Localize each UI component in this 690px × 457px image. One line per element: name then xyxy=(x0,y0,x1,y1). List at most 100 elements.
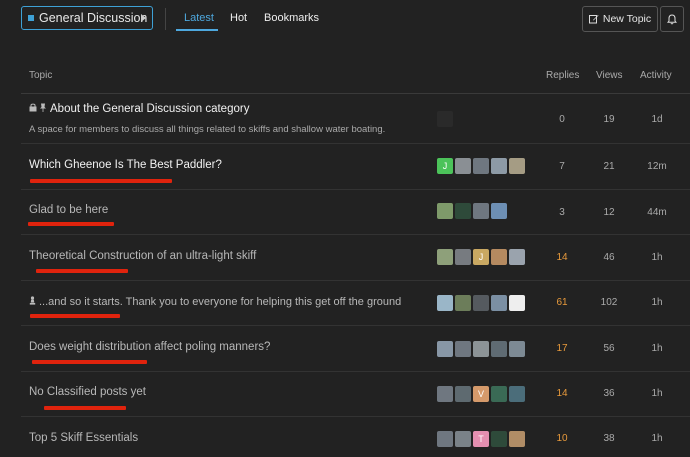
red-annotation-underline xyxy=(32,360,147,364)
caret-right-icon xyxy=(141,14,146,22)
activity-time[interactable]: 1h xyxy=(637,343,677,354)
topic-excerpt: A space for members to discuss all thing… xyxy=(29,124,386,135)
reply-count: 0 xyxy=(559,114,565,125)
avatar[interactable] xyxy=(473,295,489,311)
topic-title[interactable]: ...and so it starts. Thank you to everyo… xyxy=(29,296,401,308)
notifications-button[interactable] xyxy=(660,6,684,32)
header-activity[interactable]: Activity xyxy=(640,70,672,81)
avatar[interactable] xyxy=(455,249,471,265)
poster-avatars xyxy=(437,111,455,127)
avatar[interactable] xyxy=(491,158,507,174)
avatar[interactable] xyxy=(473,158,489,174)
view-count: 46 xyxy=(603,252,615,263)
red-annotation-underline xyxy=(44,406,126,410)
topic-title[interactable]: About the General Discussion category xyxy=(29,103,249,115)
header-views[interactable]: Views xyxy=(596,70,623,81)
avatar[interactable] xyxy=(491,203,507,219)
tab-latest[interactable]: Latest xyxy=(184,12,214,24)
avatar[interactable] xyxy=(491,431,507,447)
poster-avatars: J xyxy=(437,249,527,265)
top-nav: General Discussion Latest Hot Bookmarks … xyxy=(0,0,690,44)
reply-count: 14 xyxy=(556,252,568,263)
activity-time[interactable]: 1h xyxy=(637,297,677,308)
row-divider xyxy=(21,325,690,326)
topic-title[interactable]: Does weight distribution affect poling m… xyxy=(29,341,270,353)
poster-avatars: J xyxy=(437,158,527,174)
avatar[interactable] xyxy=(437,249,453,265)
header-replies[interactable]: Replies xyxy=(546,70,579,81)
view-count: 19 xyxy=(603,114,615,125)
new-topic-button[interactable]: New Topic xyxy=(582,6,658,32)
avatar[interactable] xyxy=(473,203,489,219)
topic-title-text: About the General Discussion category xyxy=(50,103,250,115)
lock-icon xyxy=(29,103,37,112)
avatar[interactable] xyxy=(455,158,471,174)
view-count: 36 xyxy=(603,388,615,399)
category-label: General Discussion xyxy=(39,11,148,25)
category-dropdown[interactable]: General Discussion xyxy=(21,6,153,30)
avatar[interactable] xyxy=(509,295,525,311)
reply-count: 10 xyxy=(556,433,568,444)
tab-bookmarks[interactable]: Bookmarks xyxy=(264,12,319,24)
avatar[interactable]: J xyxy=(437,158,453,174)
view-count: 56 xyxy=(603,343,615,354)
avatar[interactable] xyxy=(455,431,471,447)
reply-count: 61 xyxy=(556,297,568,308)
bell-icon xyxy=(667,13,677,24)
avatar[interactable] xyxy=(509,249,525,265)
header-divider xyxy=(21,93,690,94)
poster-avatars: V xyxy=(437,386,527,402)
activity-time[interactable]: 1h xyxy=(637,252,677,263)
view-count: 38 xyxy=(603,433,615,444)
topic-title[interactable]: Glad to be here xyxy=(29,204,108,216)
avatar[interactable] xyxy=(455,295,471,311)
avatar[interactable]: J xyxy=(473,249,489,265)
row-divider xyxy=(21,234,690,235)
topic-title[interactable]: Which Gheenoe Is The Best Paddler? xyxy=(29,159,222,171)
activity-time[interactable]: 1h xyxy=(637,433,677,444)
avatar[interactable]: T xyxy=(473,431,489,447)
reply-count: 17 xyxy=(556,343,568,354)
header-topic: Topic xyxy=(29,70,53,81)
pawn-icon xyxy=(29,296,36,305)
reply-count: 3 xyxy=(559,207,565,218)
avatar[interactable] xyxy=(437,203,453,219)
avatar[interactable] xyxy=(509,158,525,174)
avatar[interactable] xyxy=(437,341,453,357)
topic-title-text: ...and so it starts. Thank you to everyo… xyxy=(39,296,402,308)
avatar[interactable] xyxy=(509,341,525,357)
avatar[interactable] xyxy=(509,431,525,447)
row-divider xyxy=(21,371,690,372)
activity-time[interactable]: 1h xyxy=(637,388,677,399)
row-divider xyxy=(21,143,690,144)
topic-title[interactable]: Top 5 Skiff Essentials xyxy=(29,432,138,444)
row-divider xyxy=(21,416,690,417)
topic-title[interactable]: No Classified posts yet xyxy=(29,386,146,398)
topic-title[interactable]: Theoretical Construction of an ultra-lig… xyxy=(29,250,256,262)
avatar[interactable] xyxy=(455,341,471,357)
activity-time[interactable]: 12m xyxy=(637,161,677,172)
avatar[interactable] xyxy=(437,295,453,311)
avatar[interactable] xyxy=(491,386,507,402)
avatar[interactable] xyxy=(491,295,507,311)
row-divider xyxy=(21,280,690,281)
red-annotation-underline xyxy=(36,269,128,273)
activity-time[interactable]: 44m xyxy=(637,207,677,218)
avatar[interactable] xyxy=(437,111,453,127)
new-topic-label: New Topic xyxy=(602,13,652,25)
avatar[interactable]: V xyxy=(473,386,489,402)
avatar[interactable] xyxy=(437,386,453,402)
tab-hot[interactable]: Hot xyxy=(230,12,247,24)
activity-time[interactable]: 1d xyxy=(637,114,677,125)
avatar[interactable] xyxy=(473,341,489,357)
avatar[interactable] xyxy=(437,431,453,447)
nav-divider xyxy=(165,8,166,30)
poster-avatars: T xyxy=(437,431,527,447)
avatar[interactable] xyxy=(491,341,507,357)
avatar[interactable] xyxy=(491,249,507,265)
avatar[interactable] xyxy=(455,203,471,219)
poster-avatars xyxy=(437,203,509,219)
avatar[interactable] xyxy=(509,386,525,402)
avatar[interactable] xyxy=(455,386,471,402)
reply-count: 14 xyxy=(556,388,568,399)
